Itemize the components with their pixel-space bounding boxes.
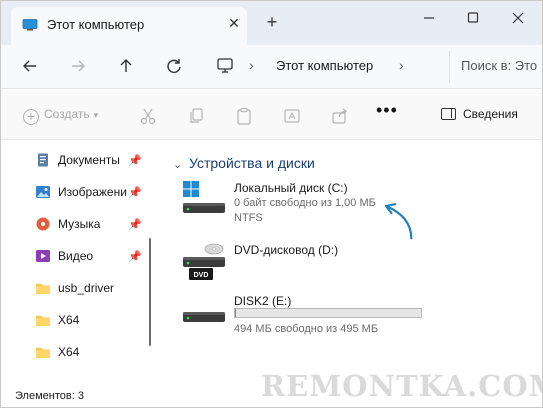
- breadcrumb-this-pc[interactable]: Этот компьютер: [276, 58, 373, 73]
- watermark: REMONTKA.COM: [261, 369, 543, 403]
- drive-item-c[interactable]: Локальный диск (C:) 0 байт свободно из 1…: [181, 181, 481, 229]
- drive-item-e[interactable]: DISK2 (E:) 494 МБ свободно из 495 МБ: [181, 294, 481, 344]
- search-input[interactable]: Поиск в: Это: [461, 58, 542, 73]
- create-label: Создать: [44, 107, 90, 121]
- explorer-window: Этот компьютер ✕ + › Этот компьютер › По…: [0, 0, 543, 408]
- drive-filesystem: NTFS: [234, 212, 263, 224]
- maximize-icon: [467, 12, 479, 23]
- chevron-right-icon[interactable]: ›: [249, 57, 254, 73]
- computer-icon: [22, 19, 38, 31]
- monitor-icon[interactable]: [215, 55, 235, 75]
- sidebar-item-x64[interactable]: X64: [35, 342, 147, 364]
- sidebar-item-x64[interactable]: X64: [35, 310, 147, 332]
- pin-icon: 📌: [128, 251, 142, 263]
- share-button[interactable]: [331, 107, 349, 125]
- sidebar-item-label: Изображени: [58, 185, 127, 199]
- share-icon: [332, 108, 347, 124]
- arrow-right-icon: [72, 60, 85, 72]
- video-icon: [36, 250, 50, 262]
- new-tab-button[interactable]: +: [263, 13, 281, 31]
- plus-icon: +: [23, 109, 39, 125]
- arrow-up-icon: [120, 59, 132, 72]
- folder-icon: [36, 284, 50, 294]
- items-count: Элементов: 3: [15, 390, 84, 402]
- sidebar-item-documents[interactable]: Документы 📌: [35, 150, 147, 172]
- drive-name: DVD-дисковод (D:): [234, 243, 339, 257]
- chevron-down-icon: ▾: [93, 110, 99, 120]
- sidebar-item-usb-driver[interactable]: usb_driver: [35, 278, 147, 300]
- group-title: Устройства и диски: [189, 155, 315, 171]
- rename-button[interactable]: [283, 107, 301, 125]
- capacity-bar: [234, 308, 422, 318]
- sidebar-item-label: usb_driver: [58, 281, 115, 295]
- drive-free-space: 0 байт свободно из 1,00 МБ: [234, 197, 376, 209]
- dvd-drive-icon: DVD: [183, 243, 225, 280]
- up-button[interactable]: [115, 55, 137, 77]
- folder-icon: [36, 348, 50, 358]
- pin-icon: 📌: [128, 187, 142, 199]
- refresh-icon: [167, 59, 181, 73]
- paste-button[interactable]: [235, 107, 253, 125]
- pin-icon: 📌: [128, 219, 142, 231]
- sidebar-item-label: X64: [58, 345, 80, 359]
- details-button[interactable]: Сведения: [441, 107, 518, 121]
- capacity-bar-fill: [235, 309, 237, 317]
- tab-title: Этот компьютер: [47, 17, 145, 32]
- tab-this-pc[interactable]: Этот компьютер ✕: [11, 7, 247, 45]
- annotation-arrow-icon: [385, 203, 413, 240]
- navigation-bar: › Этот компьютер › Поиск в: Это: [1, 45, 542, 89]
- dvd-label: DVD: [194, 272, 209, 279]
- maximize-button[interactable]: [463, 10, 483, 26]
- documents-icon: [38, 153, 48, 167]
- refresh-button[interactable]: [163, 55, 185, 77]
- sidebar-item-label: Видео: [58, 249, 94, 263]
- pin-icon: 📌: [128, 155, 142, 167]
- rename-icon: [284, 109, 300, 123]
- drive-item-d[interactable]: DVD DVD-дисковод (D:): [181, 243, 481, 283]
- arrow-left-icon: [23, 60, 36, 72]
- chevron-down-icon: ⌄: [173, 159, 183, 171]
- create-button[interactable]: + Создать ▾: [23, 107, 98, 125]
- minimize-icon: [424, 17, 434, 19]
- drive-name: DISK2 (E:): [234, 294, 292, 308]
- copy-button[interactable]: [187, 107, 205, 125]
- sidebar-item-label: Музыка: [58, 217, 101, 231]
- music-icon: [36, 217, 50, 231]
- copy-icon: [190, 108, 203, 123]
- sidebar-item-music[interactable]: Музыка 📌: [35, 214, 147, 236]
- scissors-icon: [140, 108, 156, 125]
- sidebar-scrollbar[interactable]: [149, 238, 151, 346]
- group-header-devices[interactable]: ⌄ Устройства и диски: [173, 155, 315, 171]
- close-window-button[interactable]: [508, 10, 528, 26]
- clipboard-icon: [237, 107, 251, 125]
- sidebar-item-label: X64: [58, 313, 80, 327]
- drive-name: Локальный диск (C:): [234, 181, 348, 195]
- sidebar-item-video[interactable]: Видео 📌: [35, 246, 147, 268]
- minimize-button[interactable]: [419, 10, 439, 26]
- cut-button[interactable]: [139, 107, 157, 125]
- close-tab-button[interactable]: ✕: [227, 16, 241, 30]
- forward-button[interactable]: [67, 55, 89, 77]
- chevron-right-icon[interactable]: ›: [399, 57, 404, 73]
- command-bar: + Создать ▾ ••• Сведения: [1, 90, 542, 140]
- drive-icon: [183, 312, 225, 322]
- back-button[interactable]: [19, 55, 41, 77]
- pictures-icon: [36, 186, 50, 198]
- details-label: Сведения: [463, 107, 518, 121]
- details-pane-icon: [441, 108, 456, 120]
- more-options-button[interactable]: •••: [376, 100, 398, 121]
- content-pane: ⌄ Устройства и диски Локальный диск (C:) …: [153, 141, 542, 386]
- close-icon: [512, 12, 524, 24]
- folder-icon: [36, 316, 50, 326]
- navigation-pane: Документы 📌 Изображени 📌 Музыка 📌 Видео …: [1, 141, 153, 386]
- windows-drive-icon: [183, 181, 225, 213]
- tab-bar: Этот компьютер ✕ +: [1, 1, 542, 45]
- sidebar-item-label: Документы: [58, 153, 120, 167]
- address-divider: [449, 51, 450, 83]
- sidebar-item-pictures[interactable]: Изображени 📌: [35, 182, 147, 204]
- drive-free-space: 494 МБ свободно из 495 МБ: [234, 323, 379, 335]
